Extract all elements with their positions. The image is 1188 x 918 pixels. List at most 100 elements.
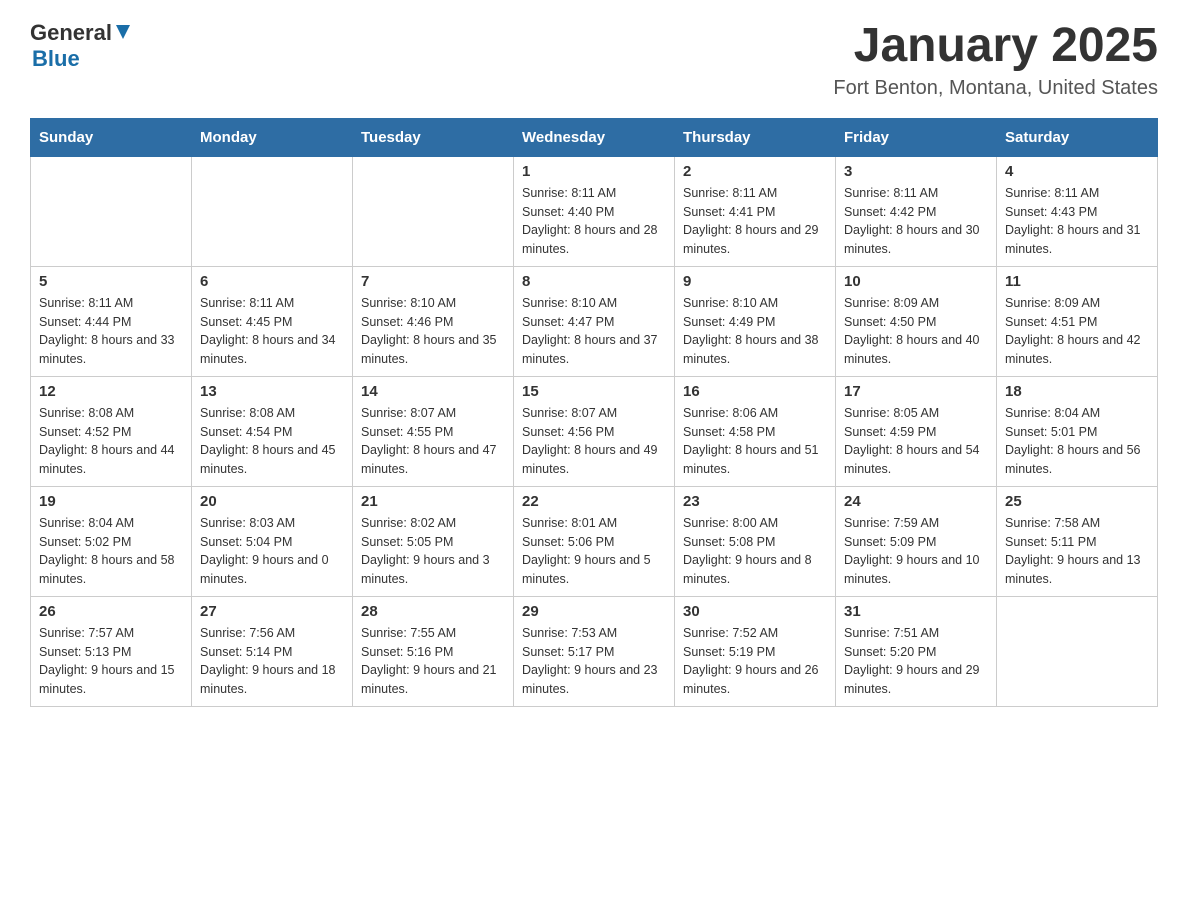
column-header-sunday: Sunday <box>31 118 192 156</box>
calendar-cell: 27 Sunrise: 7:56 AMSunset: 5:14 PMDayligh… <box>192 596 353 706</box>
day-info: Sunrise: 8:06 AMSunset: 4:58 PMDaylight:… <box>683 404 827 479</box>
calendar-cell: 5 Sunrise: 8:11 AMSunset: 4:44 PMDaylight… <box>31 266 192 376</box>
day-number: 23 <box>683 493 827 510</box>
calendar-cell: 2 Sunrise: 8:11 AMSunset: 4:41 PMDaylight… <box>675 156 836 266</box>
calendar-cell: 13Sunrise: 8:08 AMSunset: 4:54 PMDayligh… <box>192 376 353 486</box>
day-info: Sunrise: 8:01 AMSunset: 5:06 PMDaylight:… <box>522 514 666 589</box>
calendar-cell: 25 Sunrise: 7:58 AMSunset: 5:11 PMDayligh… <box>997 486 1158 596</box>
day-info: Sunrise: 8:09 AMSunset: 4:50 PMDaylight:… <box>844 294 988 369</box>
day-info: Sunrise: 8:10 AMSunset: 4:49 PMDaylight:… <box>683 294 827 369</box>
calendar-cell: 18 Sunrise: 8:04 AMSunset: 5:01 PMDayligh… <box>997 376 1158 486</box>
calendar-cell: 26Sunrise: 7:57 AMSunset: 5:13 PMDayligh… <box>31 596 192 706</box>
day-number: 13 <box>200 383 344 400</box>
day-number: 12 <box>39 383 183 400</box>
day-info: Sunrise: 8:03 AMSunset: 5:04 PMDaylight:… <box>200 514 344 589</box>
calendar-cell: 8 Sunrise: 8:10 AMSunset: 4:47 PMDaylight… <box>514 266 675 376</box>
calendar-subtitle: Fort Benton, Montana, United States <box>833 77 1158 100</box>
calendar-header-row: SundayMondayTuesdayWednesdayThursdayFrid… <box>31 118 1158 156</box>
calendar-cell: 22Sunrise: 8:01 AMSunset: 5:06 PMDayligh… <box>514 486 675 596</box>
day-number: 19 <box>39 493 183 510</box>
day-info: Sunrise: 8:11 AMSunset: 4:43 PMDaylight:… <box>1005 184 1149 259</box>
day-number: 11 <box>1005 273 1149 290</box>
calendar-week-row: 1 Sunrise: 8:11 AMSunset: 4:40 PMDaylight… <box>31 156 1158 266</box>
calendar-cell <box>192 156 353 266</box>
day-number: 30 <box>683 603 827 620</box>
day-number: 16 <box>683 383 827 400</box>
day-number: 2 <box>683 163 827 180</box>
calendar-cell: 10 Sunrise: 8:09 AMSunset: 4:50 PMDayligh… <box>836 266 997 376</box>
day-number: 31 <box>844 603 988 620</box>
calendar-table: SundayMondayTuesdayWednesdayThursdayFrid… <box>30 118 1158 707</box>
day-info: Sunrise: 8:09 AMSunset: 4:51 PMDaylight:… <box>1005 294 1149 369</box>
day-number: 28 <box>361 603 505 620</box>
day-info: Sunrise: 8:05 AMSunset: 4:59 PMDaylight:… <box>844 404 988 479</box>
calendar-cell: 14 Sunrise: 8:07 AMSunset: 4:55 PMDayligh… <box>353 376 514 486</box>
day-number: 21 <box>361 493 505 510</box>
day-number: 8 <box>522 273 666 290</box>
day-info: Sunrise: 7:52 AMSunset: 5:19 PMDaylight:… <box>683 624 827 699</box>
day-number: 14 <box>361 383 505 400</box>
day-info: Sunrise: 8:08 AMSunset: 4:52 PMDaylight:… <box>39 404 183 479</box>
day-number: 25 <box>1005 493 1149 510</box>
day-info: Sunrise: 8:02 AMSunset: 5:05 PMDaylight:… <box>361 514 505 589</box>
day-info: Sunrise: 7:59 AMSunset: 5:09 PMDaylight:… <box>844 514 988 589</box>
day-info: Sunrise: 8:11 AMSunset: 4:44 PMDaylight:… <box>39 294 183 369</box>
day-number: 7 <box>361 273 505 290</box>
calendar-cell: 28 Sunrise: 7:55 AMSunset: 5:16 PMDayligh… <box>353 596 514 706</box>
calendar-cell <box>31 156 192 266</box>
day-number: 27 <box>200 603 344 620</box>
calendar-cell: 16 Sunrise: 8:06 AMSunset: 4:58 PMDayligh… <box>675 376 836 486</box>
calendar-week-row: 19 Sunrise: 8:04 AMSunset: 5:02 PMDayligh… <box>31 486 1158 596</box>
calendar-cell: 17Sunrise: 8:05 AMSunset: 4:59 PMDayligh… <box>836 376 997 486</box>
day-info: Sunrise: 7:56 AMSunset: 5:14 PMDaylight:… <box>200 624 344 699</box>
calendar-cell <box>997 596 1158 706</box>
calendar-title: January 2025 <box>833 20 1158 73</box>
calendar-cell: 20 Sunrise: 8:03 AMSunset: 5:04 PMDayligh… <box>192 486 353 596</box>
day-info: Sunrise: 8:11 AMSunset: 4:41 PMDaylight:… <box>683 184 827 259</box>
calendar-week-row: 12 Sunrise: 8:08 AMSunset: 4:52 PMDayligh… <box>31 376 1158 486</box>
column-header-friday: Friday <box>836 118 997 156</box>
column-header-saturday: Saturday <box>997 118 1158 156</box>
day-number: 15 <box>522 383 666 400</box>
day-number: 24 <box>844 493 988 510</box>
day-info: Sunrise: 7:53 AMSunset: 5:17 PMDaylight:… <box>522 624 666 699</box>
calendar-cell <box>353 156 514 266</box>
calendar-cell: 30 Sunrise: 7:52 AMSunset: 5:19 PMDayligh… <box>675 596 836 706</box>
day-info: Sunrise: 8:07 AMSunset: 4:56 PMDaylight:… <box>522 404 666 479</box>
day-info: Sunrise: 8:11 AMSunset: 4:42 PMDaylight:… <box>844 184 988 259</box>
day-number: 1 <box>522 163 666 180</box>
calendar-cell: 31 Sunrise: 7:51 AMSunset: 5:20 PMDayligh… <box>836 596 997 706</box>
day-info: Sunrise: 7:51 AMSunset: 5:20 PMDaylight:… <box>844 624 988 699</box>
day-number: 20 <box>200 493 344 510</box>
day-info: Sunrise: 8:07 AMSunset: 4:55 PMDaylight:… <box>361 404 505 479</box>
day-info: Sunrise: 7:55 AMSunset: 5:16 PMDaylight:… <box>361 624 505 699</box>
calendar-week-row: 26Sunrise: 7:57 AMSunset: 5:13 PMDayligh… <box>31 596 1158 706</box>
page-header: General Blue January 2025 Fort Benton, M… <box>30 20 1158 100</box>
column-header-thursday: Thursday <box>675 118 836 156</box>
day-info: Sunrise: 8:10 AMSunset: 4:46 PMDaylight:… <box>361 294 505 369</box>
day-number: 5 <box>39 273 183 290</box>
calendar-cell: 21 Sunrise: 8:02 AMSunset: 5:05 PMDayligh… <box>353 486 514 596</box>
logo: General Blue <box>30 20 130 72</box>
day-number: 10 <box>844 273 988 290</box>
day-info: Sunrise: 7:57 AMSunset: 5:13 PMDaylight:… <box>39 624 183 699</box>
title-block: January 2025 Fort Benton, Montana, Unite… <box>833 20 1158 100</box>
calendar-cell: 1 Sunrise: 8:11 AMSunset: 4:40 PMDaylight… <box>514 156 675 266</box>
day-number: 18 <box>1005 383 1149 400</box>
column-header-wednesday: Wednesday <box>514 118 675 156</box>
calendar-cell: 9Sunrise: 8:10 AMSunset: 4:49 PMDaylight… <box>675 266 836 376</box>
day-info: Sunrise: 8:04 AMSunset: 5:01 PMDaylight:… <box>1005 404 1149 479</box>
calendar-cell: 7 Sunrise: 8:10 AMSunset: 4:46 PMDaylight… <box>353 266 514 376</box>
calendar-cell: 6Sunrise: 8:11 AMSunset: 4:45 PMDaylight… <box>192 266 353 376</box>
calendar-cell: 11 Sunrise: 8:09 AMSunset: 4:51 PMDayligh… <box>997 266 1158 376</box>
calendar-cell: 3Sunrise: 8:11 AMSunset: 4:42 PMDaylight… <box>836 156 997 266</box>
logo-blue-text: Blue <box>32 46 80 71</box>
calendar-cell: 24 Sunrise: 7:59 AMSunset: 5:09 PMDayligh… <box>836 486 997 596</box>
day-info: Sunrise: 8:10 AMSunset: 4:47 PMDaylight:… <box>522 294 666 369</box>
day-info: Sunrise: 8:04 AMSunset: 5:02 PMDaylight:… <box>39 514 183 589</box>
calendar-cell: 4Sunrise: 8:11 AMSunset: 4:43 PMDaylight… <box>997 156 1158 266</box>
day-info: Sunrise: 7:58 AMSunset: 5:11 PMDaylight:… <box>1005 514 1149 589</box>
day-number: 29 <box>522 603 666 620</box>
day-info: Sunrise: 8:11 AMSunset: 4:40 PMDaylight:… <box>522 184 666 259</box>
day-info: Sunrise: 8:00 AMSunset: 5:08 PMDaylight:… <box>683 514 827 589</box>
